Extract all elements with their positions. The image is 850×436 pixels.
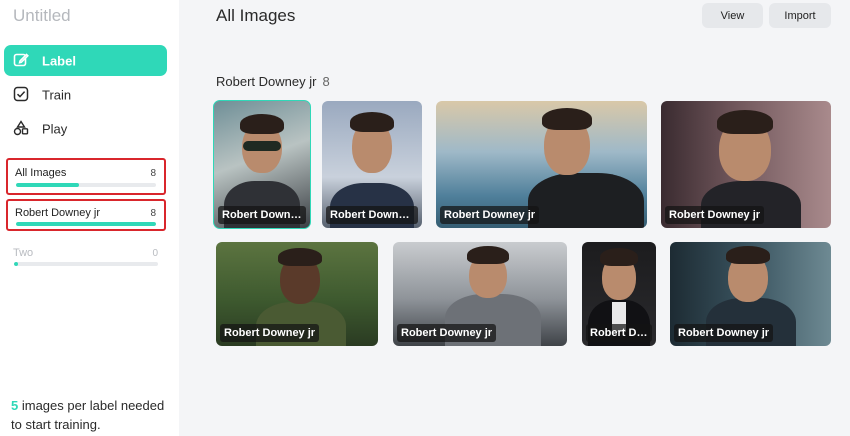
image-caption: Robert Downey jr — [326, 206, 418, 224]
image-caption: Robert Downey jr — [665, 206, 765, 224]
nav-item-play[interactable]: Play — [4, 113, 167, 144]
photo-placeholder — [726, 246, 770, 264]
nav-label: Train — [42, 87, 72, 102]
page-title: All Images — [216, 6, 296, 25]
image-tile[interactable]: Robert Downey jr — [213, 100, 311, 229]
training-hint: 5 images per label needed to start train… — [11, 396, 171, 434]
edit-icon — [13, 52, 29, 68]
image-caption: Robert Downey jr — [674, 324, 774, 342]
label-progress-fill — [14, 262, 19, 266]
image-caption: Robert Downey jr — [397, 324, 497, 342]
sunglasses-shape — [243, 141, 281, 151]
label-count: 8 — [150, 168, 156, 179]
app-title[interactable]: Untitled — [13, 6, 71, 26]
photo-placeholder — [240, 114, 284, 134]
import-button[interactable]: Import — [769, 3, 831, 28]
label-progress-fill — [16, 183, 79, 187]
photo-placeholder — [467, 246, 509, 264]
shapes-icon — [13, 120, 29, 136]
checkbox-icon — [13, 86, 29, 102]
image-caption: Robert Downey jr — [440, 206, 540, 224]
sidebar: Untitled Label Train Play All Images 8 R… — [0, 0, 179, 436]
image-tile[interactable]: Robert Downey jr — [216, 242, 378, 346]
label-name: All Images — [15, 167, 67, 179]
group-header: Robert Downey jr 8 — [216, 74, 330, 89]
group-count: 8 — [322, 74, 330, 89]
photo-placeholder — [528, 173, 644, 228]
image-caption: Robert Downey jr — [218, 206, 306, 224]
label-count: 0 — [152, 248, 158, 259]
label-progress-bar — [16, 222, 156, 226]
image-caption: Robert Downey jr — [586, 324, 652, 342]
hint-text: images per label needed to start trainin… — [11, 398, 165, 432]
photo-placeholder — [717, 110, 773, 134]
label-progress-bar — [14, 262, 158, 266]
label-two[interactable]: Two 0 — [6, 243, 166, 271]
label-progress-fill — [16, 222, 156, 226]
label-progress-bar — [16, 183, 156, 187]
photo-placeholder — [350, 112, 394, 132]
image-tile[interactable]: Robert Downey jr — [393, 242, 567, 346]
photo-placeholder — [600, 248, 638, 266]
image-tile[interactable]: Robert Downey jr — [582, 242, 656, 346]
image-tile[interactable]: Robert Downey jr — [436, 101, 647, 228]
nav-item-label[interactable]: Label — [4, 45, 167, 76]
nav-label: Play — [42, 121, 68, 136]
label-name: Two — [13, 247, 34, 259]
label-name: Robert Downey jr — [15, 207, 100, 219]
nav-item-train[interactable]: Train — [4, 79, 167, 110]
photo-placeholder — [542, 108, 592, 130]
label-count: 8 — [150, 208, 156, 219]
nav-label: Label — [42, 53, 76, 68]
image-tile[interactable]: Robert Downey jr — [670, 242, 831, 346]
view-button[interactable]: View — [702, 3, 763, 28]
image-tile[interactable]: Robert Downey jr — [322, 101, 422, 228]
group-name: Robert Downey jr — [216, 74, 317, 89]
label-all-images[interactable]: All Images 8 — [6, 158, 166, 195]
photo-placeholder — [278, 248, 322, 266]
image-caption: Robert Downey jr — [220, 324, 320, 342]
image-tile[interactable]: Robert Downey jr — [661, 101, 831, 228]
label-robert-downey-jr[interactable]: Robert Downey jr 8 — [6, 199, 166, 231]
